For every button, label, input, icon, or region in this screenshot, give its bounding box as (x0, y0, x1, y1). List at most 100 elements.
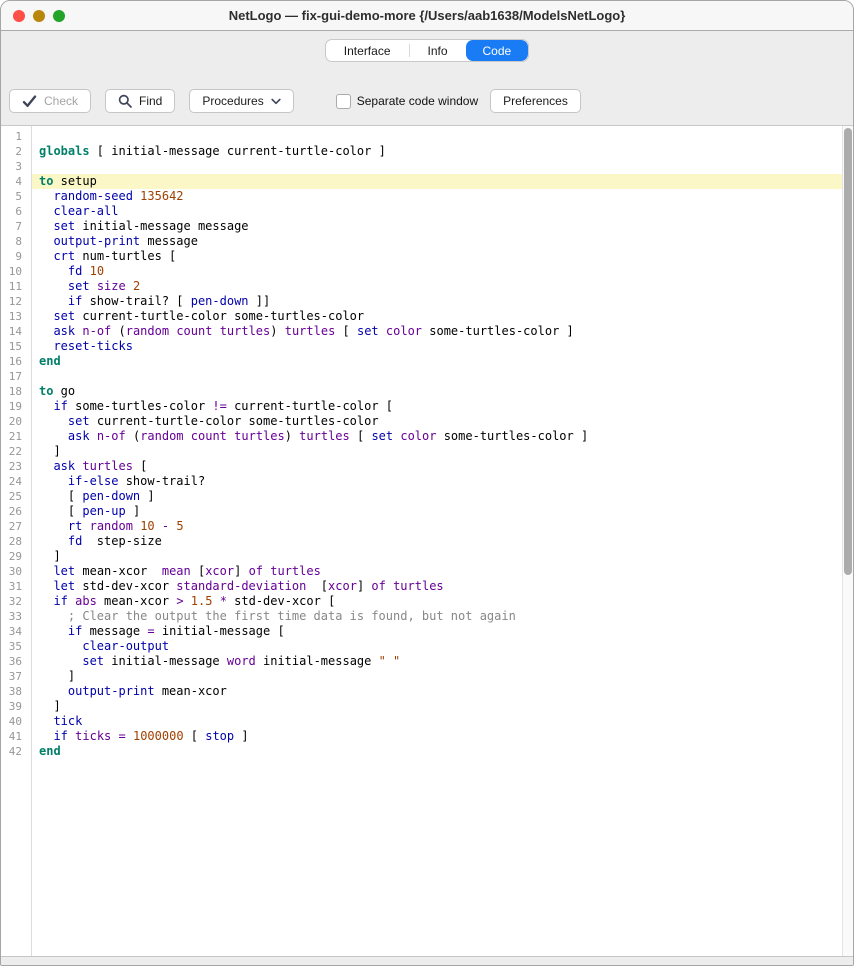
tab-info[interactable]: Info (410, 40, 466, 61)
code-line[interactable]: set initial-message word initial-message… (32, 654, 842, 669)
code-token: ( (111, 324, 125, 338)
tab-interface[interactable]: Interface (326, 40, 409, 61)
code-token: turtles (393, 579, 444, 593)
code-editor[interactable]: 1234567891011121314151617181920212223242… (1, 125, 853, 956)
separate-code-window-checkbox[interactable] (336, 94, 351, 109)
code-token: initial-message (256, 654, 379, 668)
line-number: 32 (1, 594, 31, 609)
code-line[interactable]: set current-turtle-color some-turtles-co… (32, 414, 842, 429)
code-line[interactable] (32, 129, 842, 144)
code-token (39, 729, 53, 743)
code-token: current-turtle-color [ (227, 399, 393, 413)
code-line[interactable]: output-print mean-xcor (32, 684, 842, 699)
code-token: random (90, 519, 133, 533)
code-lines[interactable]: globals [ initial-message current-turtle… (32, 126, 842, 956)
line-numbers: 1234567891011121314151617181920212223242… (1, 126, 32, 956)
code-line[interactable]: ask n-of (random count turtles) turtles … (32, 324, 842, 339)
procedures-dropdown[interactable]: Procedures (189, 89, 293, 113)
code-token: ] (234, 564, 248, 578)
code-line[interactable]: let std-dev-xcor standard-deviation [xco… (32, 579, 842, 594)
code-token: ] (39, 444, 61, 458)
code-line[interactable]: [ pen-up ] (32, 504, 842, 519)
code-token: initial-message (104, 654, 227, 668)
code-token (126, 729, 133, 743)
code-line[interactable]: fd 10 (32, 264, 842, 279)
code-token (39, 594, 53, 608)
find-button[interactable]: Find (105, 89, 175, 113)
code-line[interactable]: set initial-message message (32, 219, 842, 234)
code-line[interactable]: if message = initial-message [ (32, 624, 842, 639)
line-number: 16 (1, 354, 31, 369)
code-token: set (53, 309, 75, 323)
code-line[interactable]: clear-all (32, 204, 842, 219)
code-token (39, 474, 68, 488)
check-button[interactable]: Check (9, 89, 91, 113)
tab-code[interactable]: Code (466, 40, 529, 61)
code-line[interactable]: set current-turtle-color some-turtles-co… (32, 309, 842, 324)
code-token: ] (234, 729, 248, 743)
code-line[interactable]: ] (32, 444, 842, 459)
window-title: NetLogo — fix-gui-demo-more {/Users/aab1… (229, 8, 626, 23)
code-line[interactable]: if ticks = 1000000 [ stop ] (32, 729, 842, 744)
code-token: [ (39, 489, 82, 503)
line-number: 37 (1, 669, 31, 684)
code-token (82, 519, 89, 533)
line-number: 25 (1, 489, 31, 504)
code-token: random (126, 324, 169, 338)
code-line[interactable] (32, 159, 842, 174)
code-line[interactable]: ; Clear the output the first time data i… (32, 609, 842, 624)
code-line[interactable]: to setup (32, 174, 842, 189)
code-line[interactable]: to go (32, 384, 842, 399)
code-line[interactable]: let mean-xcor mean [xcor] of turtles (32, 564, 842, 579)
line-number: 42 (1, 744, 31, 759)
code-line[interactable]: globals [ initial-message current-turtle… (32, 144, 842, 159)
code-line[interactable]: if-else show-trail? (32, 474, 842, 489)
code-line[interactable]: end (32, 744, 842, 759)
code-line[interactable]: fd step-size (32, 534, 842, 549)
code-line[interactable]: rt random 10 - 5 (32, 519, 842, 534)
vertical-scrollbar[interactable] (842, 126, 853, 956)
code-line[interactable]: if abs mean-xcor > 1.5 * std-dev-xcor [ (32, 594, 842, 609)
line-number: 20 (1, 414, 31, 429)
code-line[interactable]: ] (32, 699, 842, 714)
code-line[interactable]: ] (32, 669, 842, 684)
code-line[interactable]: output-print message (32, 234, 842, 249)
code-line[interactable]: tick (32, 714, 842, 729)
code-line[interactable]: clear-output (32, 639, 842, 654)
line-number: 11 (1, 279, 31, 294)
code-token: turtles (82, 459, 133, 473)
code-token: end (39, 744, 61, 758)
line-number: 9 (1, 249, 31, 264)
code-line[interactable]: ask n-of (random count turtles) turtles … (32, 429, 842, 444)
minimize-window-button[interactable] (33, 10, 45, 22)
code-line[interactable] (32, 369, 842, 384)
zoom-window-button[interactable] (53, 10, 65, 22)
code-line[interactable]: ] (32, 549, 842, 564)
close-window-button[interactable] (13, 10, 25, 22)
code-token (39, 399, 53, 413)
code-line[interactable]: end (32, 354, 842, 369)
procedures-dropdown-label: Procedures (202, 94, 263, 108)
preferences-button[interactable]: Preferences (490, 89, 581, 113)
code-token: pen-up (82, 504, 125, 518)
code-line[interactable]: crt num-turtles [ (32, 249, 842, 264)
code-line[interactable]: set size 2 (32, 279, 842, 294)
code-line[interactable]: reset-ticks (32, 339, 842, 354)
code-token (90, 279, 97, 293)
code-line[interactable]: [ pen-down ] (32, 489, 842, 504)
scrollbar-thumb[interactable] (844, 128, 852, 575)
line-number: 14 (1, 324, 31, 339)
code-token: n-of (97, 429, 126, 443)
line-number: 15 (1, 339, 31, 354)
line-number: 36 (1, 654, 31, 669)
code-line[interactable]: ask turtles [ (32, 459, 842, 474)
code-token: step-size (82, 534, 161, 548)
code-line[interactable]: if some-turtles-color != current-turtle-… (32, 399, 842, 414)
code-token (82, 264, 89, 278)
code-line[interactable]: if show-trail? [ pen-down ]] (32, 294, 842, 309)
code-token: message (82, 624, 147, 638)
code-token: [ (191, 564, 205, 578)
code-token (379, 324, 386, 338)
code-line[interactable]: random-seed 135642 (32, 189, 842, 204)
code-token: pen-down (191, 294, 249, 308)
